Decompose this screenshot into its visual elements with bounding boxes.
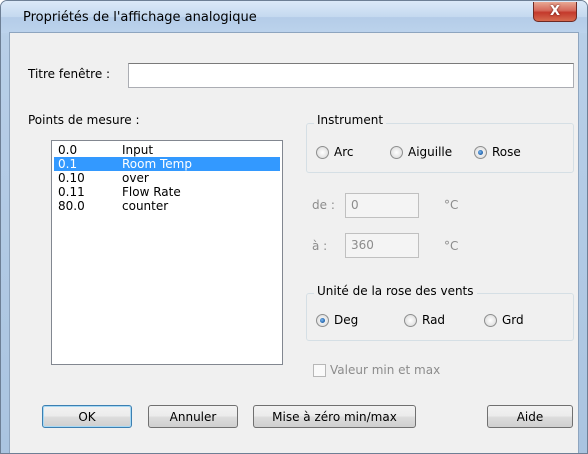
radio-grd[interactable]: Grd (484, 313, 524, 327)
to-value: 360 (351, 238, 374, 252)
list-item[interactable]: 0.10 over (54, 171, 280, 185)
radio-dot-checked (474, 145, 487, 159)
to-unit: °C (444, 239, 459, 253)
radio-dot (316, 145, 329, 159)
list-item-name: Input (122, 143, 154, 157)
reset-minmax-button[interactable]: Mise à zéro min/max (253, 405, 416, 428)
radio-aiguille[interactable]: Aiguille (390, 145, 452, 159)
title-bar[interactable]: Propriétés de l'affichage analogique X (1, 1, 587, 33)
minmax-checkbox[interactable]: Valeur min et max (313, 363, 440, 377)
radio-rose-label: Rose (492, 145, 521, 159)
radio-deg[interactable]: Deg (316, 313, 358, 327)
window-title: Propriétés de l'affichage analogique (23, 10, 257, 25)
close-icon: X (549, 4, 561, 19)
list-item-code: 0.0 (58, 143, 78, 157)
ok-button[interactable]: OK (42, 405, 132, 428)
radio-rose[interactable]: Rose (474, 145, 521, 159)
from-unit: °C (444, 198, 459, 212)
list-item-code: 0.11 (58, 185, 85, 199)
list-item-name: Flow Rate (122, 185, 181, 199)
list-item-name: Room Temp (122, 157, 192, 171)
minmax-label: Valeur min et max (330, 363, 441, 377)
radio-rad-label: Rad (422, 313, 446, 327)
list-item-name: counter (122, 199, 169, 213)
list-item-selected[interactable]: 0.1 Room Temp (54, 157, 280, 171)
radio-grd-label: Grd (502, 313, 524, 327)
rose-unit-group-label: Unité de la rose des vents (314, 284, 477, 298)
points-list[interactable]: 0.0 Input 0.1 Room Temp 0.10 over 0.11 F… (51, 140, 283, 365)
dialog-body: Titre fenêtre : Points de mesure : 0.0 I… (9, 32, 579, 453)
to-input[interactable]: 360 (345, 233, 419, 258)
radio-arc[interactable]: Arc (316, 145, 353, 159)
radio-rad[interactable]: Rad (404, 313, 445, 327)
from-label: de : (312, 198, 335, 212)
list-item[interactable]: 0.0 Input (54, 143, 280, 157)
radio-dot (390, 145, 403, 159)
titre-label: Titre fenêtre : (28, 67, 111, 81)
list-item[interactable]: 0.11 Flow Rate (54, 185, 280, 199)
radio-arc-label: Arc (334, 145, 354, 159)
from-value: 0 (351, 198, 359, 212)
radio-dot (484, 313, 497, 327)
list-item-code: 0.10 (58, 171, 85, 185)
from-input[interactable]: 0 (345, 193, 419, 218)
titre-input[interactable] (128, 63, 574, 88)
points-label: Points de mesure : (28, 113, 140, 127)
cancel-button[interactable]: Annuler (148, 405, 238, 428)
close-button[interactable]: X (533, 2, 577, 22)
checkbox-box (313, 363, 326, 377)
list-item[interactable]: 80.0 counter (54, 199, 280, 213)
dialog-window: Propriétés de l'affichage analogique X T… (0, 0, 588, 454)
list-item-name: over (122, 171, 149, 185)
radio-dot (404, 313, 417, 327)
list-item-code: 0.1 (58, 157, 78, 171)
radio-deg-label: Deg (334, 313, 359, 327)
radio-dot-checked (316, 313, 329, 327)
list-item-code: 80.0 (58, 199, 85, 213)
radio-aiguille-label: Aiguille (408, 145, 453, 159)
help-button[interactable]: Aide (487, 405, 573, 428)
instrument-group-label: Instrument (314, 113, 387, 127)
to-label: à : (312, 239, 328, 253)
